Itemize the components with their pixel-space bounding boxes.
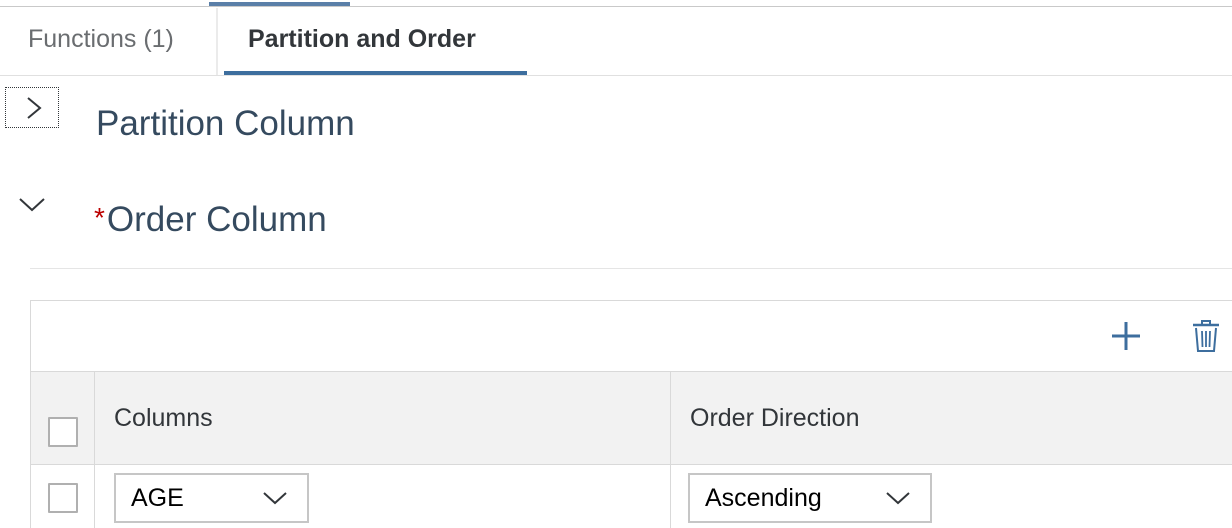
order-column-table: Columns Order Direction AGE Ascending [30, 300, 1232, 528]
columns-header: Columns [95, 372, 671, 465]
order-direction-header: Order Direction [690, 404, 860, 432]
section-divider [30, 268, 1232, 269]
partition-column-title: Partition Column [96, 104, 355, 143]
add-row-button[interactable] [1106, 315, 1146, 357]
select-all-cell [31, 372, 95, 465]
plus-icon [1112, 322, 1140, 350]
table-row: AGE Ascending [31, 465, 1232, 528]
chevron-down-icon [19, 198, 45, 212]
select-all-checkbox[interactable] [48, 417, 78, 447]
order-direction-cell: Ascending [671, 465, 1232, 528]
order-collapse-button[interactable] [14, 190, 50, 220]
tab-separator [216, 8, 218, 75]
table-header: Columns Order Direction [31, 371, 1232, 465]
column-select-value: AGE [131, 484, 184, 512]
order-direction-select[interactable]: Ascending [688, 473, 932, 523]
row-select-cell [31, 465, 95, 528]
table-toolbar [31, 301, 1232, 371]
column-cell: AGE [95, 465, 671, 528]
chevron-right-icon [27, 97, 42, 119]
top-accent-bar [209, 2, 350, 6]
order-direction-value: Ascending [705, 484, 822, 512]
order-column-title: *Order Column [94, 200, 327, 240]
chevron-down-icon [886, 492, 910, 505]
tab-partition-and-order[interactable]: Partition and Order [224, 8, 527, 75]
trash-icon [1193, 320, 1219, 352]
required-marker: * [94, 202, 105, 233]
chevron-down-icon [263, 492, 287, 505]
column-select[interactable]: AGE [114, 473, 309, 523]
tab-functions[interactable]: Functions (1) [28, 8, 174, 75]
tab-bar: Functions (1) Partition and Order [0, 8, 1232, 76]
row-checkbox[interactable] [48, 483, 78, 513]
top-divider [0, 6, 1232, 7]
partition-expand-button[interactable] [5, 87, 59, 128]
delete-row-button[interactable] [1186, 315, 1226, 357]
order-column-title-text: Order Column [106, 200, 327, 239]
